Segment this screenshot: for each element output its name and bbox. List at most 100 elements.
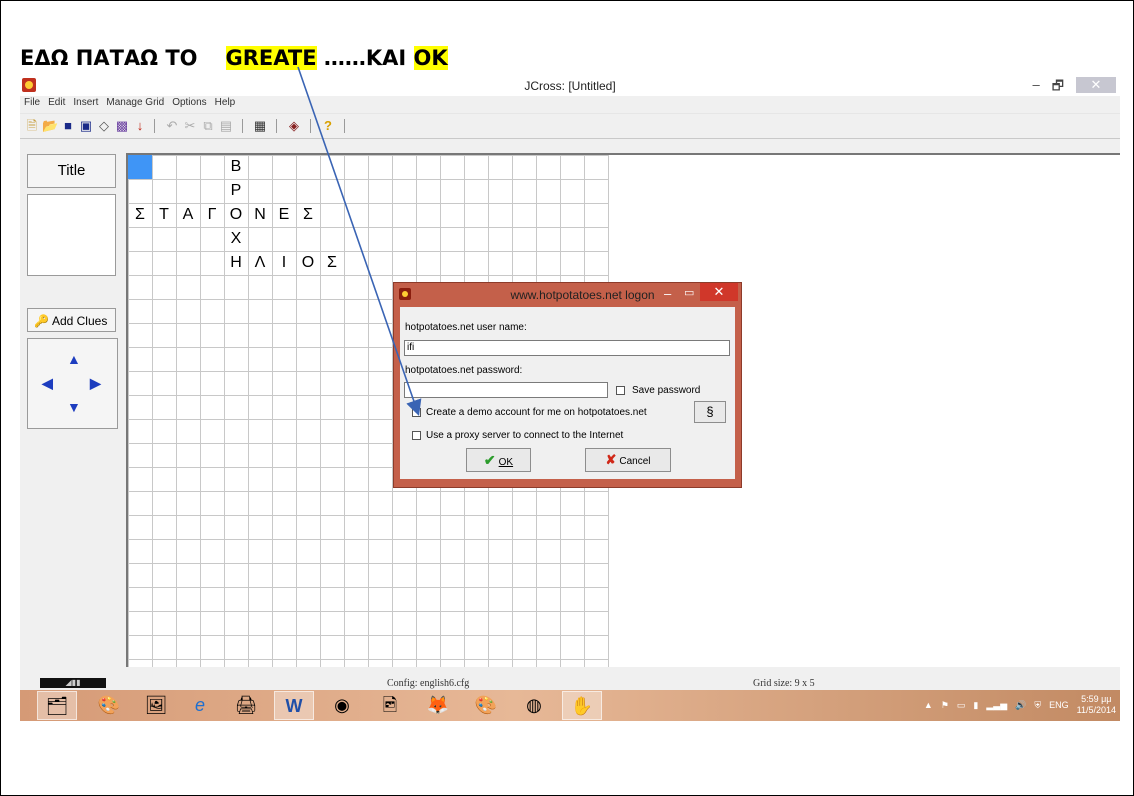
clock-date: 11/5/2014 [1076,705,1116,715]
window-title: JCross: [Untitled] [524,79,616,93]
tray-volume-icon[interactable]: 🔊 [1015,700,1026,711]
arrow-down-icon[interactable]: ▼ [67,399,81,415]
save-password-label: Save password [632,385,701,396]
tray-language[interactable]: ENG [1049,700,1069,710]
menu-manage-grid[interactable]: Manage Grid [106,97,164,111]
scanner-icon[interactable]: 🖨 [226,691,266,720]
restore-button[interactable]: 🗗 [1052,77,1064,95]
grid-letter[interactable]: Σ [128,203,152,227]
status-config: Config: english6.cfg [387,678,470,689]
paint-palette-icon[interactable]: 🎨 [466,691,506,720]
toolbar: 🗎 📂 ■ ▣ ◇ ▩ ↓ ↶ ✂ ⧉ ▤ ▦ ◈ ? [20,113,1120,139]
link-button[interactable]: § [694,401,726,423]
toolbar-separator [344,119,345,133]
create-demo-checkbox[interactable] [412,408,421,417]
proxy-checkbox[interactable] [412,431,421,440]
arrow-left-icon[interactable]: ◀ [42,375,53,392]
status-grid-size: Grid size: 9 x 5 [753,678,815,689]
menu-bar: File Edit Insert Manage Grid Options Hel… [20,97,235,111]
save-password-checkbox[interactable] [616,386,625,395]
link-icon: § [706,404,714,419]
toolbar-separator [310,119,311,133]
username-input[interactable]: ifi [404,340,730,356]
grid-letter[interactable]: Ο [296,251,320,275]
grid-letter[interactable]: Χ [224,227,248,251]
password-label: hotpotatoes.net password: [405,365,523,376]
selected-cell[interactable] [128,155,152,179]
title-text-box[interactable] [27,194,116,276]
add-clues-button[interactable]: 🔑 Add Clues [27,308,116,332]
tray-flag-icon[interactable]: ⚑ [941,700,949,711]
menu-file[interactable]: File [24,97,40,111]
password-input[interactable] [404,382,608,398]
grid-letter[interactable]: Α [176,203,200,227]
tray-chevron-icon[interactable]: ▲ [924,700,933,710]
hot-potatoes-icon[interactable]: ✋ [562,691,602,720]
status-resize-handle: ◢▮▮ [40,678,106,688]
grid-letter[interactable]: Ν [248,203,272,227]
menu-insert[interactable]: Insert [73,97,98,111]
save-icon[interactable]: ■ [60,118,76,134]
check-icon: ✔ [483,452,496,468]
help-icon[interactable]: ? [320,118,336,134]
menu-edit[interactable]: Edit [48,97,65,111]
tray-display-icon[interactable]: ▭ [957,700,966,711]
grid-letter[interactable]: Ε [272,203,296,227]
cut-icon[interactable]: ✂ [182,118,198,134]
export-web-icon[interactable]: ◈ [286,118,302,134]
create-demo-label: Create a demo account for me on hotpotat… [426,407,647,418]
key-icon: 🔑 [34,314,49,328]
add-clues-label: Add Clues [51,314,108,328]
automatic-grid-icon[interactable]: ▦ [252,118,268,134]
grid-letter[interactable]: Τ [152,203,176,227]
grid-letter[interactable]: Ι [272,251,296,275]
grid-letter[interactable]: Η [224,251,248,275]
grid-letter[interactable]: Λ [248,251,272,275]
arrow-up-icon[interactable]: ▲ [67,351,81,367]
cancel-button[interactable]: ✘ Cancel [585,448,671,472]
eraser-icon[interactable]: ◇ [96,118,112,134]
arrow-right-icon[interactable]: ▶ [90,375,101,392]
paint-icon[interactable]: 🎨 [89,691,129,720]
tray-signal-icon[interactable]: ▂▃▅ [986,700,1007,711]
dialog-close-button[interactable]: ✕ [700,283,738,301]
firefox-icon[interactable]: 🦊 [418,691,458,720]
copy-icon[interactable]: ⧉ [200,118,216,134]
open-folder-icon[interactable]: 📂 [42,118,58,134]
grid-letter[interactable]: Σ [320,251,344,275]
paste-icon[interactable]: ▤ [218,118,234,134]
cancel-label: Cancel [619,456,651,467]
photo-icon[interactable]: 🖻 [370,691,410,720]
undo-icon[interactable]: ↶ [164,118,180,134]
word-icon[interactable]: W [274,691,314,720]
file-explorer-icon[interactable]: 🗂 [37,691,77,720]
window-controls: – 🗗 ✕ [1033,77,1116,95]
grid-letter[interactable]: Ο [224,203,248,227]
tray-clock[interactable]: 5:59 μμ 11/5/2014 [1077,694,1116,716]
media-icon[interactable]: 🖼 [136,691,176,720]
dialog-minimize-button[interactable]: – [664,286,671,301]
menu-options[interactable]: Options [172,97,206,111]
screenshot: JCross: [Untitled] – 🗗 ✕ File Edit Inser… [20,76,1120,721]
media-player-icon[interactable]: ◍ [514,691,554,720]
title-button[interactable]: Title [27,154,116,188]
tray-network-icon[interactable]: ▮ [973,700,978,711]
menu-help[interactable]: Help [215,97,236,111]
close-button[interactable]: ✕ [1076,77,1116,93]
grid-letter[interactable]: Σ [296,203,320,227]
new-file-icon[interactable]: 🗎 [24,118,40,134]
dialog-maximize-button[interactable]: ▭ [684,286,694,299]
minimize-button[interactable]: – [1033,77,1040,95]
internet-explorer-icon[interactable]: e [180,691,220,720]
tray-shield-icon[interactable]: ⛨ [1034,700,1041,711]
chrome-icon[interactable]: ◉ [322,691,362,720]
dialog-body: hotpotatoes.net user name: ifi hotpotato… [400,307,735,479]
logon-dialog: www.hotpotatoes.net logon – ▭ ✕ hotpotat… [393,282,742,488]
grid-letter[interactable]: Ρ [224,179,248,203]
save-as-icon[interactable]: ▣ [78,118,94,134]
ok-button[interactable]: ✔ OK [466,448,531,472]
arrow-down-icon[interactable]: ↓ [132,118,148,134]
grid-pattern-icon[interactable]: ▩ [114,118,130,134]
grid-letter[interactable]: Β [224,155,248,179]
grid-letter[interactable]: Γ [200,203,224,227]
